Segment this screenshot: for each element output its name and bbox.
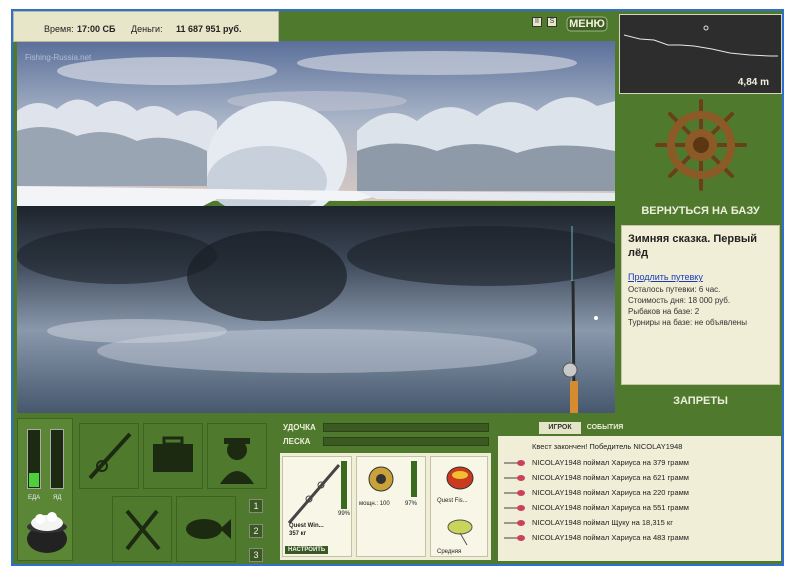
catch-event-line: NICOLAY1948 поймал Хариуса на 551 грамм — [532, 503, 689, 512]
food-slot[interactable] — [112, 496, 172, 562]
float-icon — [504, 460, 525, 466]
tackle-slots: 99% Quest Win... 357 кг НАСТРОИТЬ мощн.:… — [280, 453, 491, 560]
poison-label: ЯД — [53, 495, 62, 501]
inventory-page-2[interactable]: 2 — [249, 524, 263, 538]
money-label: Деньги: — [131, 24, 163, 34]
status-panel: Время: 17:00 СБ Деньги: 11 687 951 руб. — [13, 11, 279, 42]
reel-icon — [368, 466, 394, 492]
anglers-at-base: Рыбаков на базе: 2 — [628, 307, 700, 316]
inventory-page-3[interactable]: 3 — [249, 548, 263, 562]
bait-slot[interactable]: Quest Fis... Средняя — [430, 456, 488, 557]
permit-time-left: Осталось путевки: 6 час. — [628, 285, 721, 294]
fishing-scene[interactable]: Fishing-Russia.net — [17, 41, 615, 413]
events-panel: ИГРОК СОБЫТИЯ Квест закончен! Победитель… — [495, 418, 782, 564]
line-label: ЛЕСКА — [283, 437, 311, 446]
pause-icon[interactable]: II — [532, 17, 542, 27]
tab-events[interactable]: СОБЫТИЯ — [585, 422, 625, 434]
reel-power: мощн.: 100 — [359, 501, 390, 507]
catch-event-line: NICOLAY1948 поймал Хариуса на 621 грамм — [532, 473, 689, 482]
reel-condition: 97% — [405, 501, 418, 507]
float-icon — [504, 490, 525, 496]
time-label: Время: — [44, 24, 74, 34]
needs-gauges: ЕДА ЯД — [17, 418, 73, 561]
catch-event-line: NICOLAY1948 поймал Хариуса на 220 грамм — [532, 488, 689, 497]
sound-icon[interactable]: S — [547, 17, 557, 27]
watermark: Fishing-Russia.net — [25, 53, 92, 62]
money-value: 11 687 951 руб. — [176, 24, 242, 34]
lure-size: Средняя — [437, 549, 462, 555]
menu-button[interactable]: МЕНЮ — [565, 14, 609, 34]
ship-wheel-icon — [655, 99, 747, 191]
fish-icon — [186, 519, 231, 539]
float-icon — [504, 505, 525, 511]
setup-button[interactable]: НАСТРОИТЬ — [285, 546, 329, 554]
catch-event-line: NICOLAY1948 поймал Щуку на 18,315 кг — [532, 518, 673, 527]
fish-cage-slot[interactable] — [176, 496, 236, 562]
events-log: Квест закончен! Победитель NICOLAY1948 N… — [498, 436, 781, 561]
fisherman-icon — [220, 438, 254, 484]
inventory-panel: 1 2 3 — [76, 418, 276, 562]
catch-event-line: NICOLAY1948 поймал Хариуса на 379 грамм — [532, 458, 689, 467]
tab-player[interactable]: ИГРОК — [539, 422, 581, 434]
rods-slot[interactable] — [79, 423, 139, 489]
rod-label: УДОЧКА — [283, 423, 316, 432]
fisherman-slot[interactable] — [207, 423, 267, 489]
food-gauge — [27, 429, 41, 489]
bans-button[interactable]: ЗАПРЕТЫ — [619, 395, 782, 407]
float-icon — [504, 520, 525, 526]
tournaments-at-base: Турниры на базе: не объявлены — [628, 318, 747, 327]
float-icon — [504, 535, 525, 541]
tackle-box-icon — [153, 436, 193, 472]
return-to-base-label: ВЕРНУТЬСЯ НА БАЗУ — [641, 205, 760, 217]
tackle-box-slot[interactable] — [143, 423, 203, 489]
menu-label: МЕНЮ — [569, 18, 605, 30]
day-cost: Стоимость дня: 18 000 руб. — [628, 296, 731, 305]
location-title: Зимняя сказка. Первый лёд — [628, 233, 758, 259]
fork-knife-icon — [125, 509, 161, 551]
location-info-panel: Зимняя сказка. Первый лёд Продлить путев… — [621, 225, 780, 385]
rod-condition: 99% — [338, 511, 351, 517]
rod-tension-bar — [323, 423, 489, 432]
depth-value: 4,84 m — [737, 77, 769, 88]
extend-permit-link[interactable]: Продлить путевку — [628, 272, 773, 282]
poison-gauge — [50, 429, 64, 489]
winter-lake-scene — [17, 41, 615, 413]
return-to-base-panel[interactable]: ВЕРНУТЬСЯ НА БАЗУ — [619, 97, 782, 223]
reel-slot[interactable]: мощн.: 100 97% — [356, 456, 426, 557]
tackle-panel: УДОЧКА ЛЕСКА 99% Quest Win... 357 кг НАС… — [277, 418, 493, 561]
rod-name: Quest Win... — [289, 523, 324, 529]
quest-finished-line: Квест закончен! Победитель NICOLAY1948 — [532, 442, 683, 451]
catch-event-line: NICOLAY1948 поймал Хариуса на 483 грамм — [532, 533, 689, 542]
rod-icon — [287, 464, 341, 524]
line-tension-bar — [323, 437, 489, 446]
bait-icon — [446, 466, 474, 490]
bait-name: Quest Fis... — [437, 498, 468, 504]
time-value: 17:00 СБ — [77, 24, 116, 34]
rod-weight: 357 кг — [289, 531, 307, 537]
game-window: Fishing-Russia.net Время: 17:00 СБ Деньг… — [11, 9, 784, 566]
depth-panel: 4,84 m — [619, 14, 782, 94]
fishing-rod-icon — [88, 432, 132, 480]
cauldron-icon[interactable] — [22, 509, 72, 557]
inventory-page-1[interactable]: 1 — [249, 499, 263, 513]
rod-slot[interactable]: 99% Quest Win... 357 кг НАСТРОИТЬ — [282, 456, 352, 557]
float-icon — [504, 475, 525, 481]
food-label: ЕДА — [28, 495, 41, 501]
spinner-lure-icon — [447, 519, 473, 546]
